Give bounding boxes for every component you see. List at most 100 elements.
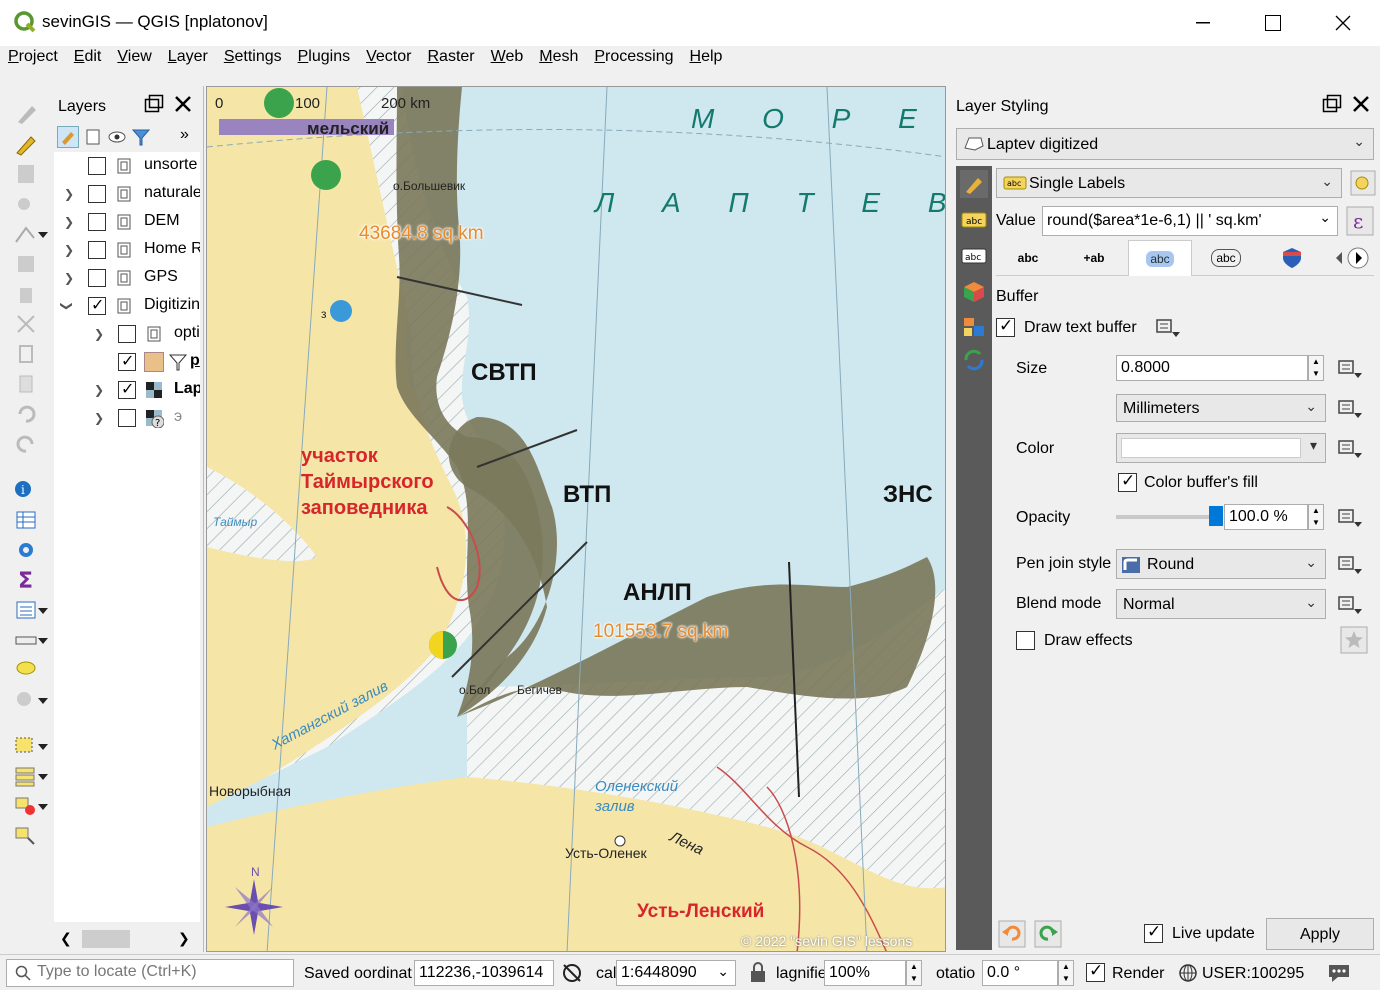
layer-visibility-checkbox[interactable] [88,185,106,203]
expand-chevron-icon[interactable]: ❯ [64,243,74,257]
field-calculator-icon[interactable] [12,598,40,622]
undo-icon[interactable] [998,920,1026,948]
history-icon[interactable] [960,346,988,374]
tab-scroll[interactable] [1326,240,1374,276]
crs-label[interactable]: USER:100295 [1202,965,1304,983]
statistics-sigma-icon[interactable]: Σ [12,568,40,592]
renderer-selector[interactable]: abc Single Labels ⌄ [996,168,1342,198]
menu-mesh[interactable]: Mesh [531,46,586,72]
zoom-icon[interactable] [12,688,40,712]
menu-edit[interactable]: Edit [66,46,110,72]
draw-effects-checkbox[interactable] [1016,631,1035,650]
menu-web[interactable]: Web [483,46,532,72]
value-expression-combo[interactable]: round($area*1e-6,1) || ' sq.km' ⌄ [1042,206,1338,236]
collapse-chevron-icon[interactable]: ❯ [60,301,74,311]
select-features-icon[interactable] [12,734,40,758]
messages-icon[interactable] [1326,961,1352,985]
live-update-checkbox[interactable] [1144,922,1163,943]
map-canvas[interactable]: 0 100 200 km М О Р Е Л А П Т Е В Ы Х СВТ… [206,86,946,952]
close-panel-icon[interactable] [1352,95,1370,113]
paste-icon[interactable] [12,372,40,396]
vertex-tool-icon[interactable] [12,222,40,246]
magnifier-input[interactable]: 100% [824,960,906,986]
menu-raster[interactable]: Raster [419,46,482,72]
tab-background[interactable]: abc [1194,240,1258,276]
tab-text[interactable]: abc [996,240,1060,276]
menu-view[interactable]: View [109,46,159,72]
rotation-spinner[interactable]: ▲ ▼ [1058,960,1074,986]
dropdown-arrow-icon[interactable] [38,804,48,810]
minimize-button[interactable] [1168,0,1238,46]
style-manager-icon[interactable] [57,126,79,148]
layer-item[interactable]: ❯ Lap [54,376,200,404]
layer-item[interactable]: p [54,348,200,376]
data-defined-override-icon[interactable] [1336,591,1364,617]
delete-icon[interactable] [12,282,40,306]
labels-icon[interactable]: abc [960,208,988,232]
layer-item[interactable]: ❯ Digitizin [54,292,200,320]
scale-selector[interactable]: 1:6448090 ⌄ [616,960,736,986]
more-tools-icon[interactable]: » [180,126,189,144]
layer-selector[interactable]: Laptev digitized ⌄ [956,128,1374,160]
modify-attributes-icon[interactable] [12,252,40,276]
layer-visibility-checkbox[interactable] [88,295,106,315]
deselect-icon[interactable] [12,794,40,818]
expand-chevron-icon[interactable]: ❯ [94,327,104,341]
globe-icon[interactable] [1178,963,1198,983]
layer-item[interactable]: unsorte [54,152,200,180]
add-group-icon[interactable] [82,126,104,148]
diagrams-icon[interactable] [960,312,988,340]
dropdown-arrow-icon[interactable] [38,774,48,780]
extents-toggle-icon[interactable] [560,961,584,985]
layer-item[interactable]: ❯ naturale [54,180,200,208]
layer-visibility-checkbox[interactable] [88,157,106,175]
layer-visibility-checkbox[interactable] [118,409,136,427]
redo-icon[interactable] [1034,920,1062,948]
layer-item[interactable]: ❯ opti [54,320,200,348]
expand-chevron-icon[interactable]: ❯ [94,411,104,425]
add-feature-icon[interactable] [12,192,40,216]
menu-settings[interactable]: Settings [216,46,290,72]
draw-text-buffer-checkbox[interactable] [996,316,1015,337]
data-defined-override-icon[interactable] [1336,435,1364,461]
lock-scale-icon[interactable] [748,961,768,985]
layer-item[interactable]: ❯ DEM [54,208,200,236]
pan-to-selection-icon[interactable] [12,824,40,848]
locator-search-input[interactable]: Type to locate (Ctrl+K) [6,959,294,987]
layer-visibility-checkbox[interactable] [118,379,136,399]
data-defined-override-icon[interactable] [1336,504,1364,530]
select-by-value-icon[interactable] [12,764,40,788]
digitize-icon[interactable] [12,102,40,126]
layer-visibility-checkbox[interactable] [118,351,136,371]
expand-chevron-icon[interactable]: ❯ [64,187,74,201]
redo-icon[interactable] [12,432,40,456]
menu-vector[interactable]: Vector [358,46,419,72]
float-panel-icon[interactable] [144,94,164,114]
pencil-icon[interactable] [12,132,40,156]
3d-view-icon[interactable] [960,278,988,306]
visibility-eye-icon[interactable] [106,126,128,148]
close-panel-icon[interactable] [174,95,192,113]
processing-gear-icon[interactable] [12,538,40,562]
scrollbar-thumb[interactable] [82,930,130,948]
scroll-right-icon[interactable]: ❯ [178,930,190,947]
expand-chevron-icon[interactable]: ❯ [64,215,74,229]
layer-item[interactable]: ❯ Home R [54,236,200,264]
label-rules-icon[interactable] [1350,170,1376,196]
color-button[interactable]: ▾ [1116,433,1326,463]
layer-visibility-checkbox[interactable] [118,325,136,343]
layer-visibility-checkbox[interactable] [88,241,106,259]
tab-formatting[interactable]: +ab [1062,240,1126,276]
color-buffer-fill-checkbox[interactable] [1118,471,1137,492]
opacity-slider[interactable] [1116,515,1216,519]
data-defined-override-icon[interactable] [1336,355,1364,381]
copy-icon[interactable] [12,342,40,366]
expand-chevron-icon[interactable]: ❯ [94,383,104,397]
opacity-input[interactable]: 100.0 % [1224,504,1308,530]
expand-chevron-icon[interactable]: ❯ [64,271,74,285]
layer-visibility-checkbox[interactable] [88,269,106,287]
identify-icon[interactable]: i [12,478,40,502]
expression-epsilon-icon[interactable]: ε [1346,206,1374,236]
dropdown-arrow-icon[interactable] [38,698,48,704]
menu-project[interactable]: Project [0,46,66,72]
